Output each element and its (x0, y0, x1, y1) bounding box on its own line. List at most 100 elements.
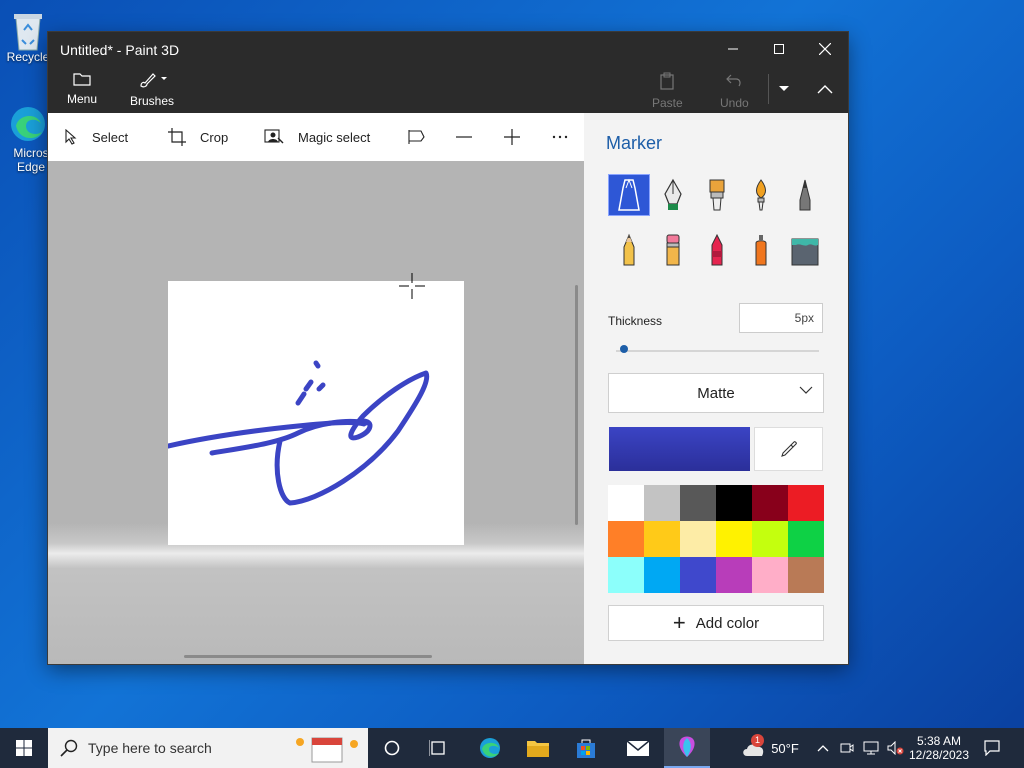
more-options-button[interactable] (552, 113, 582, 161)
minimize-button[interactable] (710, 32, 756, 66)
meet-now-button[interactable] (836, 728, 858, 768)
plus-icon (504, 129, 520, 145)
color-swatch[interactable] (788, 557, 824, 593)
color-swatch[interactable] (608, 557, 644, 593)
undo-button[interactable]: Undo (720, 72, 749, 110)
store-icon (577, 739, 595, 758)
color-swatch[interactable] (644, 557, 680, 593)
eyedropper-button[interactable] (754, 427, 823, 471)
magic-select-tool[interactable]: Magic select (264, 113, 370, 161)
horizontal-scrollbar[interactable] (184, 655, 432, 658)
crosshair-cursor-icon (399, 273, 425, 299)
color-swatch[interactable] (680, 557, 716, 593)
weather-widget[interactable]: 1 50°F (736, 728, 804, 768)
current-color-swatch[interactable] (609, 427, 750, 471)
color-swatch[interactable] (680, 521, 716, 557)
menu-button[interactable]: Menu (67, 72, 97, 106)
taskbar-store[interactable] (564, 728, 608, 768)
oil-brush[interactable] (697, 175, 737, 215)
color-swatch[interactable] (608, 485, 644, 521)
drawing-canvas[interactable] (165, 281, 464, 545)
color-swatch[interactable] (716, 557, 752, 593)
taskbar-mail[interactable] (616, 728, 660, 768)
color-swatch[interactable] (788, 485, 824, 521)
mail-icon (626, 740, 650, 756)
collapse-ribbon-button[interactable] (802, 70, 848, 108)
color-swatch[interactable] (644, 521, 680, 557)
zoom-out-button[interactable] (456, 113, 486, 161)
eraser-brush[interactable] (653, 230, 693, 270)
menu-label: Menu (67, 92, 98, 106)
spray-can-icon (755, 235, 767, 266)
taskbar-edge[interactable] (468, 728, 512, 768)
task-view-button[interactable] (416, 728, 460, 768)
select-label: Select (92, 129, 129, 145)
cortana-button[interactable] (370, 728, 414, 768)
taskbar-file-explorer[interactable] (516, 728, 560, 768)
fill-bucket-icon (791, 238, 819, 266)
thickness-slider[interactable] (616, 350, 819, 352)
paste-button[interactable]: Paste (652, 72, 683, 110)
weather-temp: 50°F (771, 740, 799, 756)
clock-time: 5:38 AM (916, 734, 962, 748)
spray-can-brush[interactable] (741, 230, 781, 270)
chevron-down-icon (779, 86, 789, 91)
chevron-up-icon (817, 745, 829, 752)
color-swatch[interactable] (788, 521, 824, 557)
undo-icon (726, 74, 741, 87)
volume-button[interactable] (884, 728, 908, 768)
marker-brush[interactable] (608, 174, 650, 216)
select-tool[interactable]: Select (64, 113, 128, 161)
taskbar-paint3d[interactable] (664, 728, 710, 768)
color-swatch[interactable] (716, 485, 752, 521)
camera-icon (840, 743, 854, 753)
cortana-circle-icon (384, 740, 400, 756)
color-swatch[interactable] (752, 485, 788, 521)
thickness-slider-thumb[interactable] (619, 345, 628, 353)
calligraphy-pen-brush[interactable] (653, 175, 693, 215)
paint3d-icon (679, 736, 695, 757)
clock[interactable]: 5:38 AM 12/28/2023 (908, 728, 970, 768)
thickness-input[interactable]: 5px (739, 303, 823, 333)
pencil-brush[interactable] (609, 230, 649, 270)
color-swatch[interactable] (680, 485, 716, 521)
crayon-brush[interactable] (697, 230, 737, 270)
flag-tool[interactable] (407, 113, 439, 161)
maximize-button[interactable] (756, 32, 802, 66)
ribbon-more-button[interactable] (762, 70, 806, 108)
pencil-icon (623, 233, 635, 266)
maximize-icon (774, 44, 784, 54)
crop-tool[interactable]: Crop (168, 113, 228, 161)
vertical-scrollbar[interactable] (575, 285, 578, 525)
color-swatch[interactable] (608, 521, 644, 557)
notification-icon (984, 740, 1000, 756)
crayon-icon (711, 233, 723, 266)
crop-icon (168, 128, 186, 146)
color-swatch[interactable] (752, 557, 788, 593)
brushes-button[interactable]: Brushes (130, 72, 174, 108)
watercolor-brush[interactable] (741, 175, 781, 215)
taskbar-search-box[interactable]: Type here to search (48, 728, 368, 768)
weather-badge: 1 (751, 734, 764, 747)
network-button[interactable] (860, 728, 882, 768)
start-button[interactable] (0, 728, 48, 768)
color-swatch[interactable] (644, 485, 680, 521)
workspace[interactable] (48, 161, 584, 664)
pixel-pen-brush[interactable] (785, 175, 825, 215)
zoom-in-button[interactable] (504, 113, 534, 161)
task-view-icon (429, 740, 445, 756)
color-swatch[interactable] (752, 521, 788, 557)
color-swatch[interactable] (716, 521, 752, 557)
finish-value: Matte (697, 384, 735, 402)
windows-logo-icon (16, 740, 32, 756)
finish-dropdown[interactable]: Matte (608, 373, 824, 413)
oil-brush-icon (709, 179, 725, 211)
notifications-button[interactable] (974, 728, 1010, 768)
undo-label: Undo (720, 96, 749, 110)
title-bar: Untitled* - Paint 3D Menu Brushes Paste … (48, 32, 848, 113)
fill-bucket-brush[interactable] (785, 230, 825, 270)
drawing-strokes (165, 360, 430, 506)
close-button[interactable] (802, 32, 848, 66)
show-hidden-icons-button[interactable] (812, 728, 834, 768)
add-color-button[interactable]: + Add color (608, 605, 824, 641)
